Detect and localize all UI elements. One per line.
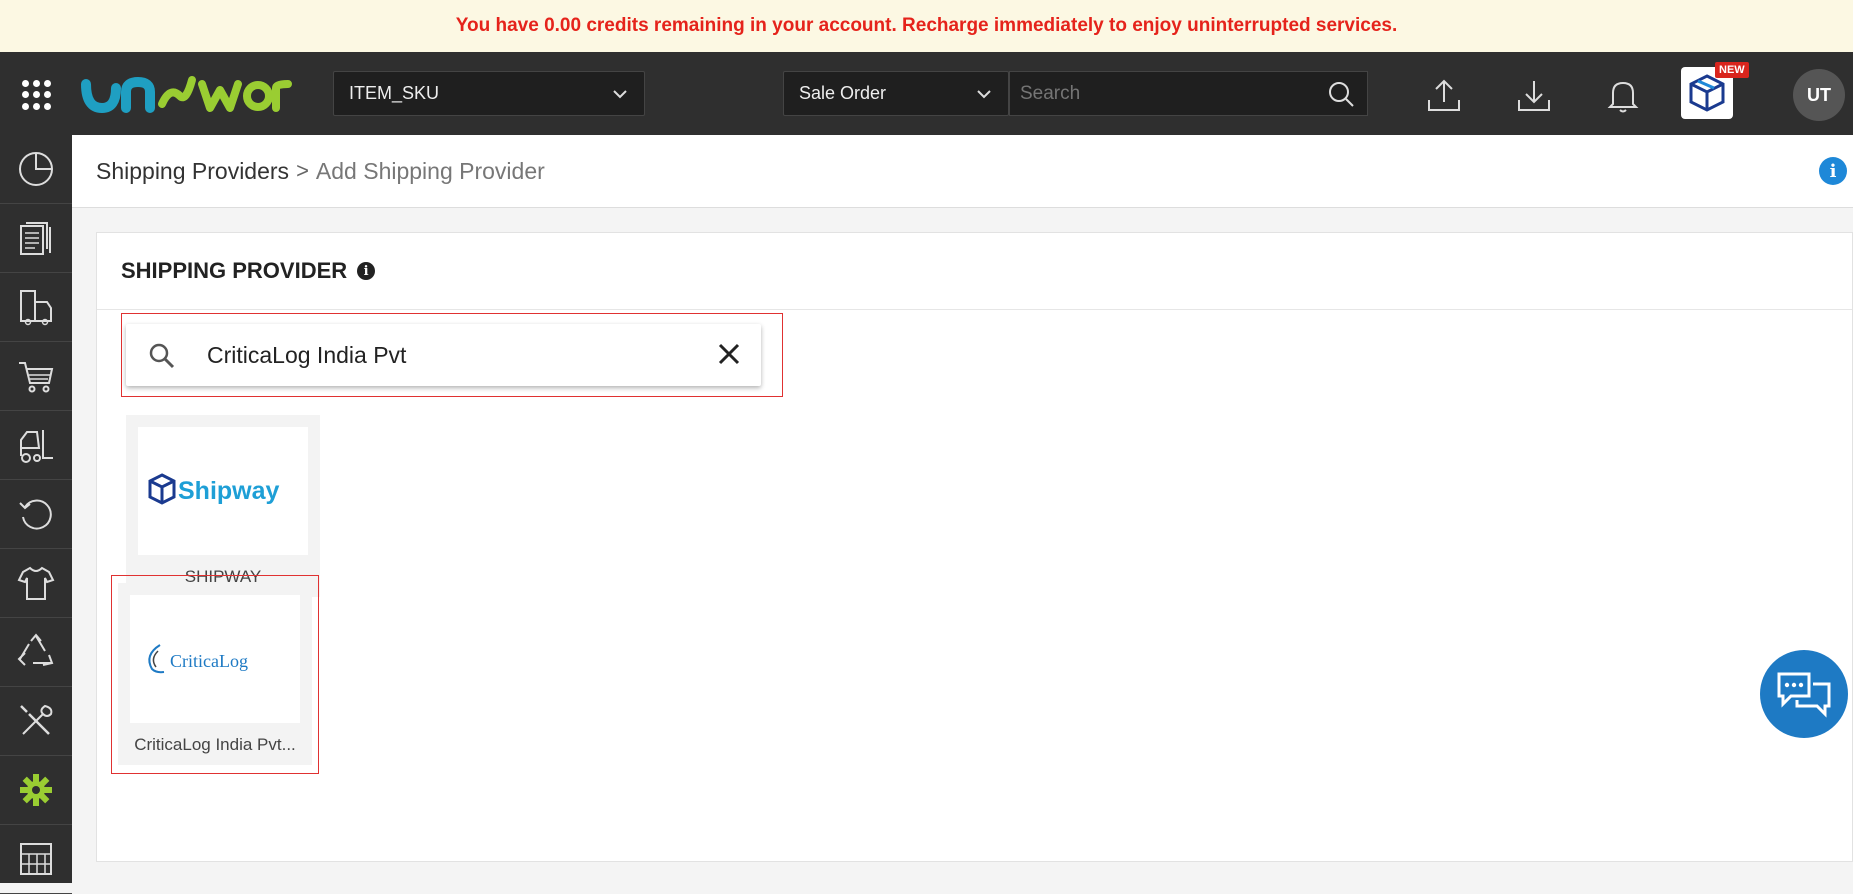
forklift-icon — [20, 430, 53, 463]
shipping-provider-panel: SHIPPING PROVIDER i Shipway SHIPWAY — [96, 232, 1853, 862]
chevron-down-icon — [977, 90, 991, 99]
cube-icon — [1689, 74, 1725, 112]
product-shirt-icon — [17, 566, 55, 600]
sidebar-item-warehouse[interactable] — [0, 411, 72, 480]
upload-icon[interactable] — [1425, 76, 1463, 114]
tools-icon — [20, 704, 53, 735]
search-icon[interactable] — [1327, 80, 1355, 108]
shipway-logo-text: Shipway — [178, 477, 280, 505]
dashboard-icon — [19, 152, 53, 186]
sidebar-item-inventory[interactable] — [0, 825, 72, 894]
provider-search-input[interactable] — [207, 338, 677, 372]
sku-type-select[interactable]: ITEM_SKU — [333, 71, 645, 116]
global-search-input[interactable] — [1020, 82, 1320, 105]
credits-warning-text: You have 0.00 credits remaining in your … — [455, 15, 1398, 36]
criticalog-logo-text: CriticaLog — [170, 651, 248, 671]
global-search-field — [1009, 71, 1368, 116]
close-icon[interactable] — [717, 342, 741, 366]
apps-grid-icon[interactable] — [22, 80, 52, 110]
sidebar-item-documents[interactable] — [0, 204, 72, 273]
cart-icon — [19, 362, 54, 393]
panel-title: SHIPPING PROVIDER — [121, 258, 348, 283]
returns-icon — [19, 499, 52, 530]
breadcrumb-parent-link[interactable]: Shipping Providers — [96, 158, 289, 185]
provider-name: CriticaLog India Pvt... — [134, 735, 296, 754]
criticalog-logo: CriticaLog — [130, 595, 300, 723]
info-icon[interactable]: i — [1819, 157, 1847, 185]
provider-search-box — [126, 324, 761, 386]
shipway-logo: Shipway — [138, 427, 308, 555]
breadcrumb-current: Add Shipping Provider — [315, 157, 545, 184]
info-icon[interactable]: i — [357, 262, 376, 280]
download-icon[interactable] — [1515, 76, 1553, 114]
sidebar-item-returns[interactable] — [0, 480, 72, 549]
documents-icon — [20, 222, 51, 255]
search-scope-select[interactable]: Sale Order — [783, 71, 1009, 116]
chat-icon — [1777, 672, 1831, 718]
unicommerce-logo[interactable] — [80, 66, 295, 121]
main-content: Shipping Providers > Add Shipping Provid… — [72, 135, 1853, 883]
credits-warning-banner: You have 0.00 credits remaining in your … — [0, 0, 1853, 52]
notification-bell-icon[interactable] — [1604, 76, 1642, 114]
sku-type-value: ITEM_SKU — [349, 83, 440, 103]
provider-card-shipway[interactable]: Shipway SHIPWAY — [126, 415, 320, 597]
recycle-icon — [17, 633, 54, 666]
sidebar-item-orders[interactable] — [0, 342, 72, 411]
settings-gear-icon — [20, 774, 52, 806]
sidebar-item-recycle[interactable] — [0, 618, 72, 687]
sidebar-item-dashboard[interactable] — [0, 135, 72, 204]
search-scope-value: Sale Order — [799, 83, 887, 103]
warehouse-shelf-icon — [20, 843, 52, 875]
breadcrumb: Shipping Providers > Add Shipping Provid… — [72, 135, 1853, 208]
user-avatar[interactable]: UT — [1793, 69, 1845, 121]
sidebar-item-products[interactable] — [0, 549, 72, 618]
breadcrumb-separator: > — [296, 158, 309, 183]
sidebar-item-shipping[interactable] — [0, 273, 72, 342]
main-sidebar — [0, 135, 72, 894]
top-navbar: ITEM_SKU Sale Order NEW UT — [0, 52, 1853, 135]
chevron-down-icon — [613, 90, 627, 99]
provider-card-criticalog[interactable]: CriticaLog CriticaLog India Pvt... — [118, 583, 312, 765]
search-icon — [149, 343, 175, 369]
panel-header: SHIPPING PROVIDER i — [97, 233, 1852, 310]
chat-support-button[interactable] — [1760, 650, 1848, 738]
shipping-truck-icon — [20, 290, 52, 326]
sidebar-item-tools[interactable] — [0, 687, 72, 756]
new-badge: NEW — [1715, 62, 1749, 78]
sidebar-item-settings[interactable] — [0, 756, 72, 825]
